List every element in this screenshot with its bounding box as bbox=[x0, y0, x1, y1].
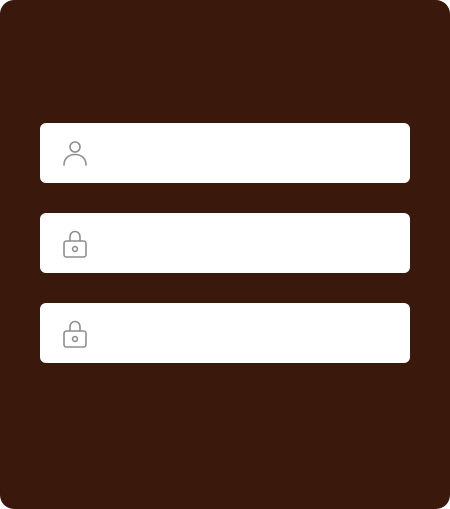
lock-icon bbox=[60, 228, 90, 258]
password-field[interactable] bbox=[40, 213, 410, 273]
confirm-password-field[interactable] bbox=[40, 303, 410, 363]
user-icon bbox=[60, 138, 90, 168]
lock-icon bbox=[60, 318, 90, 348]
username-field[interactable] bbox=[40, 123, 410, 183]
username-input[interactable] bbox=[104, 123, 394, 183]
login-form-panel bbox=[0, 0, 450, 509]
password-input[interactable] bbox=[104, 213, 394, 273]
confirm-password-input[interactable] bbox=[104, 303, 394, 363]
